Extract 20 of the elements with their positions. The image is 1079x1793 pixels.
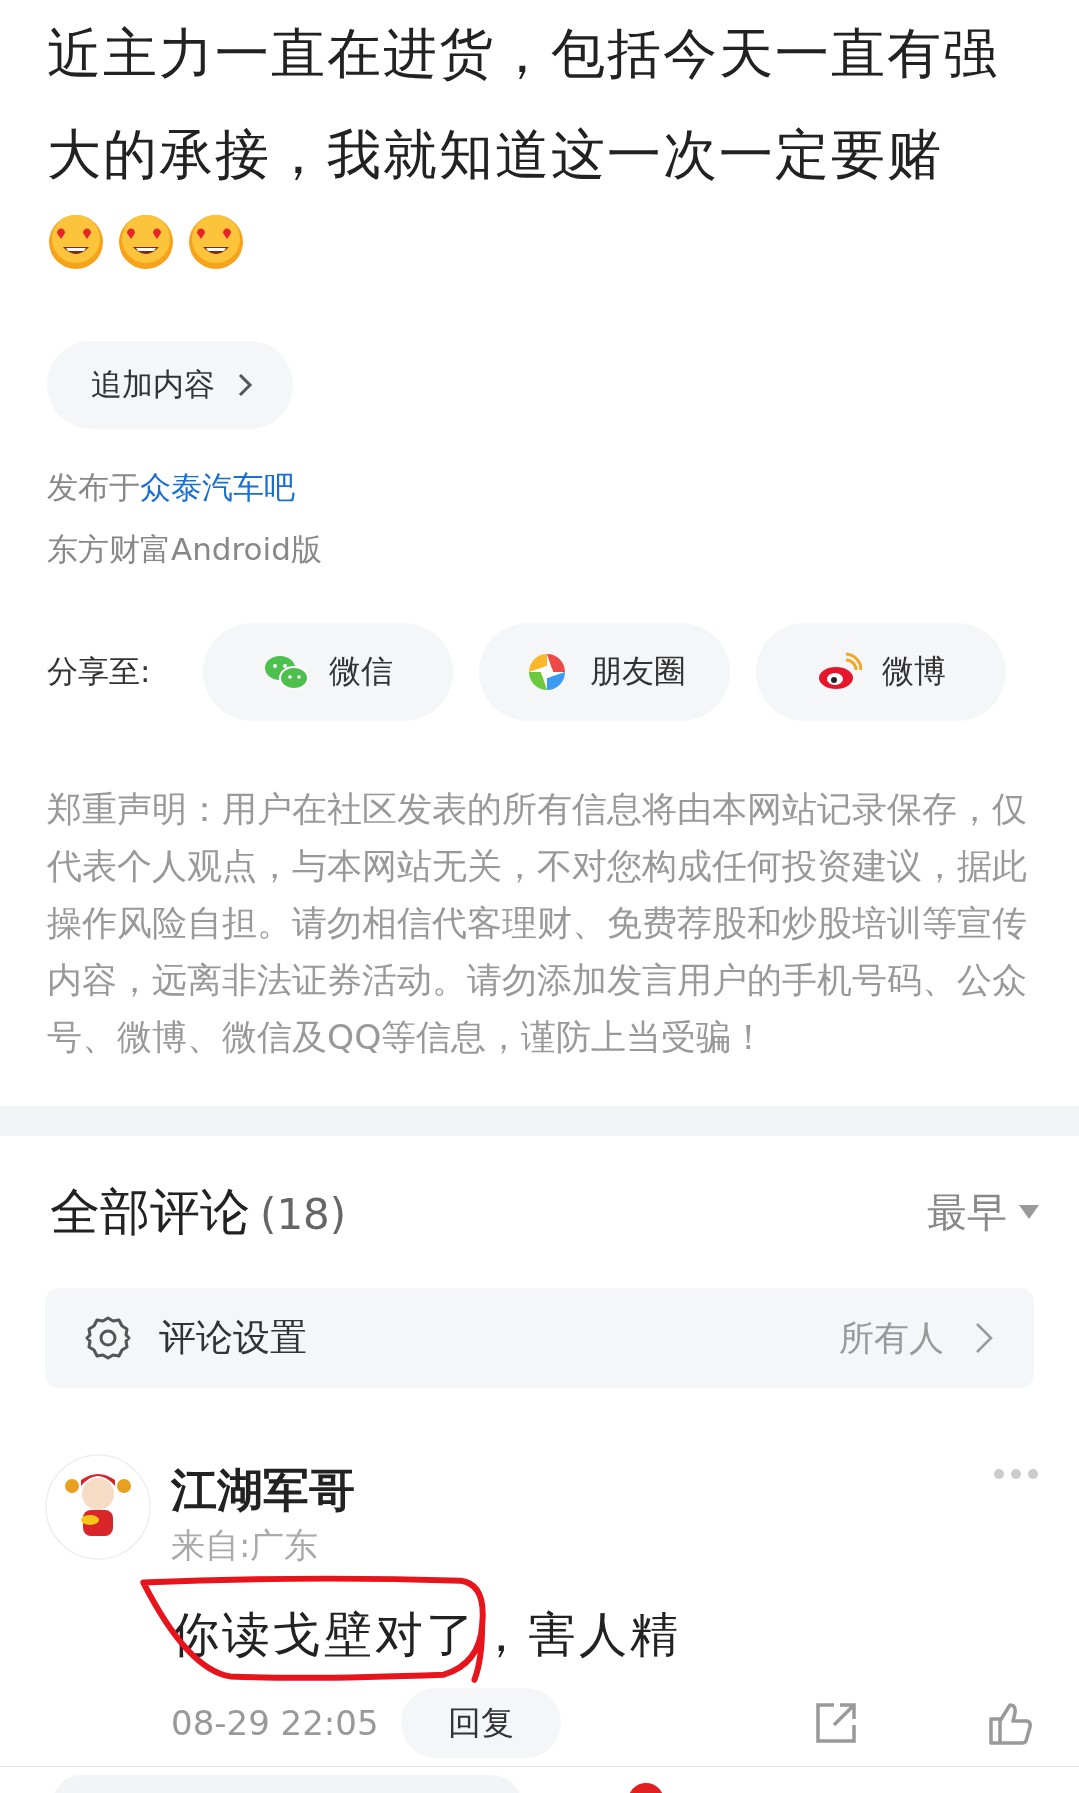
- username[interactable]: 江湖军哥: [171, 1460, 1032, 1520]
- client-label: 东方财富Android版: [47, 530, 323, 569]
- post-text: 近主力一直在进货，包括今天一直有强大的承接，我就知道这一次一定要赌: [47, 21, 1000, 188]
- comment-settings-bar[interactable]: 评论设置 所有人: [45, 1288, 1034, 1388]
- published-label: 发布于: [47, 469, 140, 505]
- append-content-button[interactable]: 追加内容: [47, 341, 293, 429]
- location-label: 来自:广东: [171, 1524, 320, 1566]
- forum-link[interactable]: 众泰汽车吧: [140, 469, 295, 505]
- sort-dropdown[interactable]: 最早: [927, 1184, 1039, 1240]
- share-button[interactable]: 微博: [755, 623, 1006, 721]
- settings-value: 所有人: [839, 1316, 944, 1360]
- comments-title: 全部评论: [50, 1182, 250, 1241]
- share-label: 分享至:: [47, 652, 152, 691]
- comment-count: (18): [260, 1189, 347, 1239]
- reply-button[interactable]: 回复: [401, 1688, 561, 1758]
- disclaimer-text: 郑重声明：用户在社区发表的所有信息将由本网站记录保存，仅代表个人观点，与本网站无关，不对您构成任何投资建议，据此操作风险自担。请勿相信代客理财、免费荐股和炒股培训等宣传内容，远离非法证券活动。请勿添加发言用户的手机号码、公众号、微博、微信及QQ等信息，谨防上当受骗！: [47, 788, 1028, 1059]
- share-button[interactable]: 微信: [203, 623, 454, 721]
- settings-label: 评论设置: [159, 1315, 308, 1361]
- comment-time: 08-29 22:05: [171, 1703, 380, 1743]
- share-button[interactable]: 朋友圈: [479, 623, 730, 721]
